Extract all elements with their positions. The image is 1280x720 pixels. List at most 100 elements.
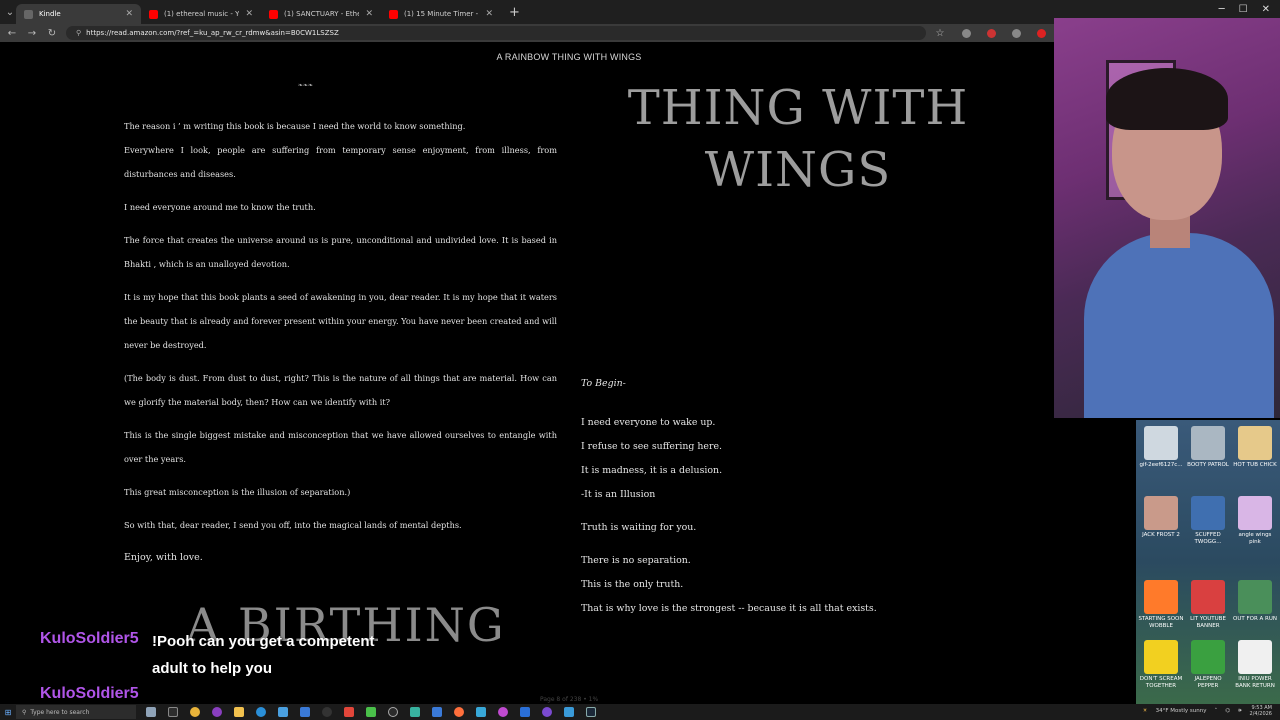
- chapter-heading: THING WITH WINGS: [580, 77, 1016, 201]
- chrome-icon[interactable]: [190, 707, 200, 717]
- paragraph: This is the single biggest mistake and m…: [124, 430, 557, 464]
- minimize-icon[interactable]: ─: [1219, 4, 1225, 15]
- youtube-favicon-icon: [269, 9, 278, 19]
- chat-message: !Pooh can you get a competent adult to h…: [152, 633, 375, 677]
- app-icon[interactable]: [520, 707, 530, 717]
- app-icon[interactable]: [344, 707, 354, 717]
- search-placeholder: Type here to search: [30, 708, 90, 716]
- desktop-icon[interactable]: DON'T SCREAM TOGETHER: [1138, 640, 1184, 690]
- desktop-icon[interactable]: BOOTY PATROL: [1185, 426, 1231, 469]
- volume-icon[interactable]: 🕪: [1238, 708, 1241, 715]
- file-thumbnail-icon: [1191, 640, 1225, 674]
- desktop-icon[interactable]: STARTING SOON WOBBLE: [1138, 580, 1184, 630]
- folder-icon[interactable]: [234, 707, 244, 717]
- app-icon[interactable]: [498, 707, 508, 717]
- tab-ethereal-music[interactable]: (1) ethereal music - YouTube ✕: [141, 4, 261, 24]
- extension-icon[interactable]: [962, 28, 971, 38]
- close-tab-icon[interactable]: ✕: [365, 9, 373, 19]
- tab-title: Kindle: [39, 10, 61, 18]
- app-icon[interactable]: [476, 707, 486, 717]
- text-line: Truth is waiting for you.: [581, 522, 697, 533]
- desktop-icon-label: gif-2eef6127c...: [1139, 462, 1183, 468]
- tab-sanctuary[interactable]: (1) SANCTUARY - Ethereal Am ✕: [261, 4, 381, 24]
- tab-title: (1) SANCTUARY - Ethereal Am: [284, 10, 360, 18]
- tray-expand-icon[interactable]: ˄: [1215, 708, 1218, 714]
- kindle-favicon-icon: [24, 9, 33, 19]
- tab-menu-icon[interactable]: ⌄: [4, 7, 16, 18]
- edge-icon[interactable]: [256, 707, 266, 717]
- url-text: https://read.amazon.com/?ref_=ku_ap_rw_c…: [86, 29, 339, 37]
- back-icon[interactable]: ←: [6, 28, 18, 39]
- app-icon[interactable]: [410, 707, 420, 717]
- close-tab-icon[interactable]: ✕: [245, 9, 253, 19]
- steam-icon[interactable]: [586, 707, 596, 717]
- youtube-favicon-icon: [389, 9, 398, 19]
- app-icon[interactable]: [454, 707, 464, 717]
- taskbar-search[interactable]: ⚲ Type here to search: [16, 705, 136, 719]
- text-line: That is why love is the strongest -- bec…: [581, 603, 877, 614]
- desktop-icon[interactable]: HOT TUB CHICK: [1232, 426, 1278, 469]
- file-thumbnail-icon: [1144, 426, 1178, 460]
- app-icon[interactable]: [432, 707, 442, 717]
- url-bar[interactable]: ⚲ https://read.amazon.com/?ref_=ku_ap_rw…: [66, 26, 926, 40]
- maximize-icon[interactable]: ☐: [1239, 4, 1248, 15]
- desktop-icon-label: BOOTY PATROL: [1187, 462, 1229, 468]
- extension-icon[interactable]: [987, 28, 996, 38]
- tab-title: (1) ethereal music - YouTube: [164, 10, 239, 18]
- windows-taskbar: ⊞ ⚲ Type here to search ☀ 34°F Mostly su…: [0, 704, 1280, 720]
- site-info-icon[interactable]: ⚲: [76, 29, 81, 37]
- book-title: A RAINBOW THING WITH WINGS: [496, 52, 642, 62]
- task-view-icon[interactable]: [146, 707, 156, 717]
- obs-icon[interactable]: [322, 707, 332, 717]
- file-thumbnail-icon: [1191, 426, 1225, 460]
- network-icon[interactable]: ⌬: [1225, 708, 1230, 714]
- new-tab-button[interactable]: +: [501, 5, 528, 20]
- reload-icon[interactable]: ↻: [46, 28, 58, 39]
- tab-title: (1) 15 Minute Timer - YouTube: [404, 10, 479, 18]
- windows-start-icon[interactable]: ⊞: [0, 704, 16, 720]
- bookmark-star-icon[interactable]: ☆: [934, 28, 946, 39]
- tab-kindle[interactable]: Kindle ✕: [16, 4, 141, 24]
- app-icon[interactable]: [564, 707, 574, 717]
- app-icon[interactable]: [542, 707, 552, 717]
- close-tab-icon[interactable]: ✕: [125, 9, 133, 19]
- paragraph: I need everyone around me to know the tr…: [124, 202, 316, 212]
- app-icon[interactable]: [212, 707, 222, 717]
- desktop-icon[interactable]: angle wings pink: [1232, 496, 1278, 546]
- taskbar-apps: [136, 707, 596, 717]
- desktop-icon[interactable]: INIU POWER BANK RETURN: [1232, 640, 1278, 690]
- text-line: It is madness, it is a delusion.: [581, 465, 723, 476]
- desktop-icon[interactable]: JACK FROST 2: [1138, 496, 1184, 539]
- weather-text[interactable]: 34°F Mostly sunny: [1156, 708, 1207, 714]
- app-icon[interactable]: [366, 707, 376, 717]
- app-icon[interactable]: [300, 707, 310, 717]
- desktop-icon[interactable]: OUT FOR A RUN: [1232, 580, 1278, 623]
- section-ornament: ❧❧❧: [298, 82, 314, 89]
- desktop-icon-label: SCUFFED TWOGG...: [1194, 532, 1222, 545]
- window-controls: ─ ☐ ✕: [1209, 0, 1280, 19]
- section-intro: To Begin-: [581, 378, 626, 389]
- search-icon: ⚲: [22, 708, 27, 716]
- desktop-icon-label: angle wings pink: [1238, 532, 1272, 545]
- app-icon[interactable]: [278, 707, 288, 717]
- desktop-icon[interactable]: gif-2eef6127c...: [1138, 426, 1184, 469]
- paragraph: This great misconception is the illusion…: [124, 487, 351, 497]
- app-icon[interactable]: [168, 707, 178, 717]
- desktop-icon[interactable]: SCUFFED TWOGG...: [1185, 496, 1231, 546]
- tab-timer[interactable]: (1) 15 Minute Timer - YouTube ✕: [381, 4, 501, 24]
- paragraph: The reason i ’ m writing this book is be…: [124, 121, 466, 131]
- app-icon[interactable]: [388, 707, 398, 717]
- desktop-icon[interactable]: JALEPENO PEPPER: [1185, 640, 1231, 690]
- file-thumbnail-icon: [1144, 496, 1178, 530]
- paragraph: It is my hope that this book plants a se…: [124, 292, 557, 350]
- close-window-icon[interactable]: ✕: [1262, 4, 1270, 15]
- file-thumbnail-icon: [1191, 580, 1225, 614]
- desktop-icon-label: JACK FROST 2: [1142, 532, 1180, 538]
- close-tab-icon[interactable]: ✕: [485, 9, 493, 19]
- extension-icon[interactable]: [1037, 28, 1046, 38]
- extension-icon[interactable]: [1012, 28, 1021, 38]
- desktop-icon[interactable]: LIT YOUTUBE BANNER: [1185, 580, 1231, 630]
- clock[interactable]: 9:53 AM 2/4/2026: [1250, 705, 1272, 717]
- forward-icon[interactable]: →: [26, 28, 38, 39]
- streamer-hair: [1106, 68, 1228, 130]
